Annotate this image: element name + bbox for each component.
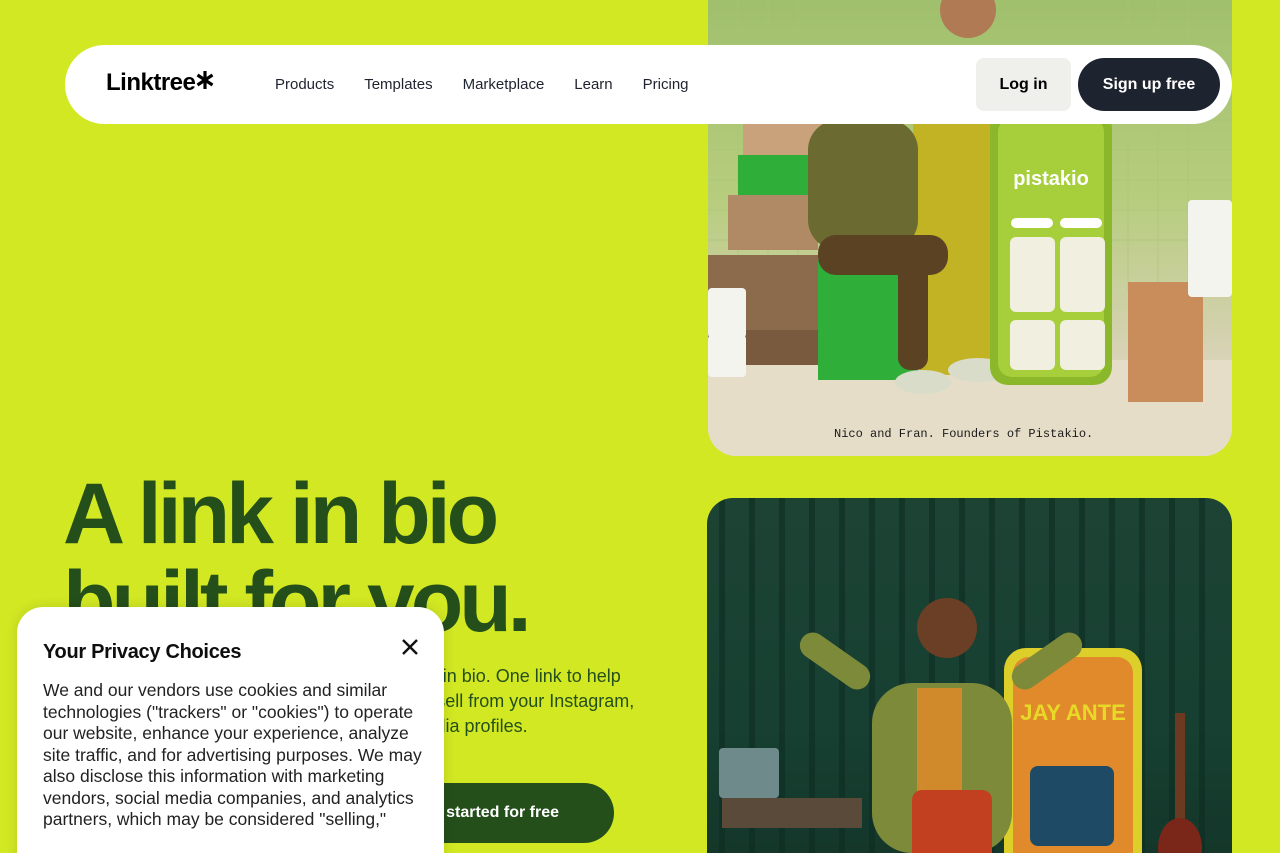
pistakio-brand: pistakio <box>1013 168 1089 190</box>
top-navigation: Linktree Products Templates Marketplace … <box>65 45 1232 124</box>
privacy-dialog-body: We and our vendors use cookies and simil… <box>43 680 422 829</box>
nav-learn[interactable]: Learn <box>574 76 612 93</box>
nav-templates[interactable]: Templates <box>364 76 432 93</box>
musician-image: JAY ANTE <box>707 498 1232 853</box>
nav-pricing[interactable]: Pricing <box>643 76 689 93</box>
jay-ante-brand: JAY ANTE <box>1020 700 1126 725</box>
close-icon[interactable] <box>400 637 420 657</box>
privacy-choices-dialog: Your Privacy Choices We and our vendors … <box>17 607 444 853</box>
headline-line-1: A link in bio <box>63 466 499 562</box>
nav-marketplace[interactable]: Marketplace <box>463 76 545 93</box>
linktree-logo[interactable]: Linktree <box>106 69 214 97</box>
musician-illustration: JAY ANTE <box>719 498 1205 853</box>
nav-products[interactable]: Products <box>275 76 334 93</box>
signup-button[interactable]: Sign up free <box>1078 58 1220 111</box>
logo-text: Linktree <box>106 69 196 96</box>
nav-links: Products Templates Marketplace Learn Pri… <box>275 45 689 124</box>
login-button[interactable]: Log in <box>976 58 1071 111</box>
asterisk-logo-icon <box>196 71 214 89</box>
privacy-dialog-title: Your Privacy Choices <box>43 641 242 663</box>
image-caption: Nico and Fran. Founders of Pistakio. <box>834 427 1093 441</box>
